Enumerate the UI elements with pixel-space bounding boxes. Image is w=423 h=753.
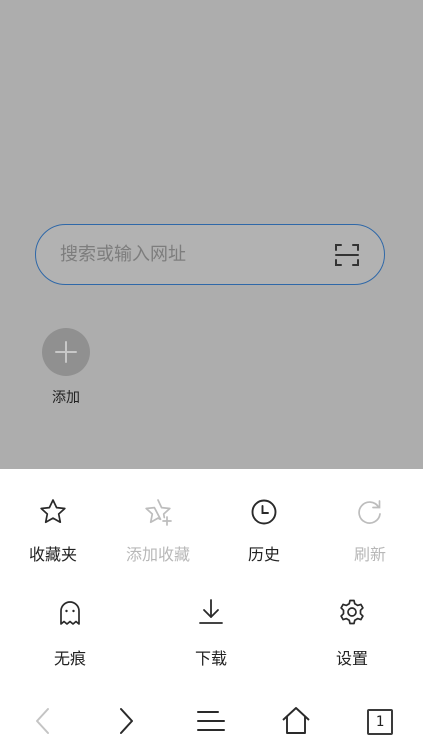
tabs-button[interactable]: 1 (367, 709, 401, 743)
bottom-navigation: 1 (0, 690, 423, 753)
menu-item-label: 下载 (194, 649, 227, 668)
menu-lines-icon[interactable] (194, 704, 228, 738)
menu-item-label: 刷新 (353, 545, 386, 564)
menu-item-history[interactable]: 历史 (230, 493, 298, 565)
menu-item-settings[interactable]: 设置 (318, 595, 386, 668)
scan-icon[interactable] (334, 242, 360, 268)
menu-item-add-favorite[interactable]: 添加收藏 (115, 493, 201, 565)
refresh-icon (358, 500, 381, 524)
home-icon[interactable] (279, 704, 313, 738)
menu-item-refresh[interactable]: 刷新 (336, 493, 404, 565)
menu-item-download[interactable]: 下载 (177, 595, 245, 668)
plus-icon (55, 341, 77, 363)
add-shortcut-label: 添加 (52, 390, 80, 406)
ghost-icon (60, 601, 80, 625)
menu-item-label: 收藏夹 (28, 545, 77, 564)
clock-icon (251, 499, 277, 525)
browser-menu-panel: 收藏夹 添加收藏 历史 刷新 无痕 下载 设置 1 (0, 469, 423, 753)
add-shortcut-button[interactable] (42, 328, 90, 376)
search-input[interactable]: 搜索或输入网址 (35, 224, 385, 285)
star-plus-icon (145, 499, 172, 526)
menu-item-favorites[interactable]: 收藏夹 (16, 493, 90, 565)
tab-count-badge: 1 (367, 709, 393, 735)
gear-icon (340, 599, 364, 625)
menu-item-label: 添加收藏 (125, 545, 190, 564)
menu-item-label: 无痕 (53, 649, 86, 668)
menu-item-label: 历史 (247, 545, 280, 564)
search-placeholder: 搜索或输入网址 (60, 244, 186, 265)
star-icon (40, 499, 66, 524)
back-arrow-icon[interactable] (26, 704, 60, 738)
forward-arrow-icon[interactable] (110, 704, 144, 738)
menu-item-incognito[interactable]: 无痕 (36, 595, 104, 668)
menu-item-label: 设置 (335, 649, 368, 668)
download-icon (199, 599, 223, 624)
